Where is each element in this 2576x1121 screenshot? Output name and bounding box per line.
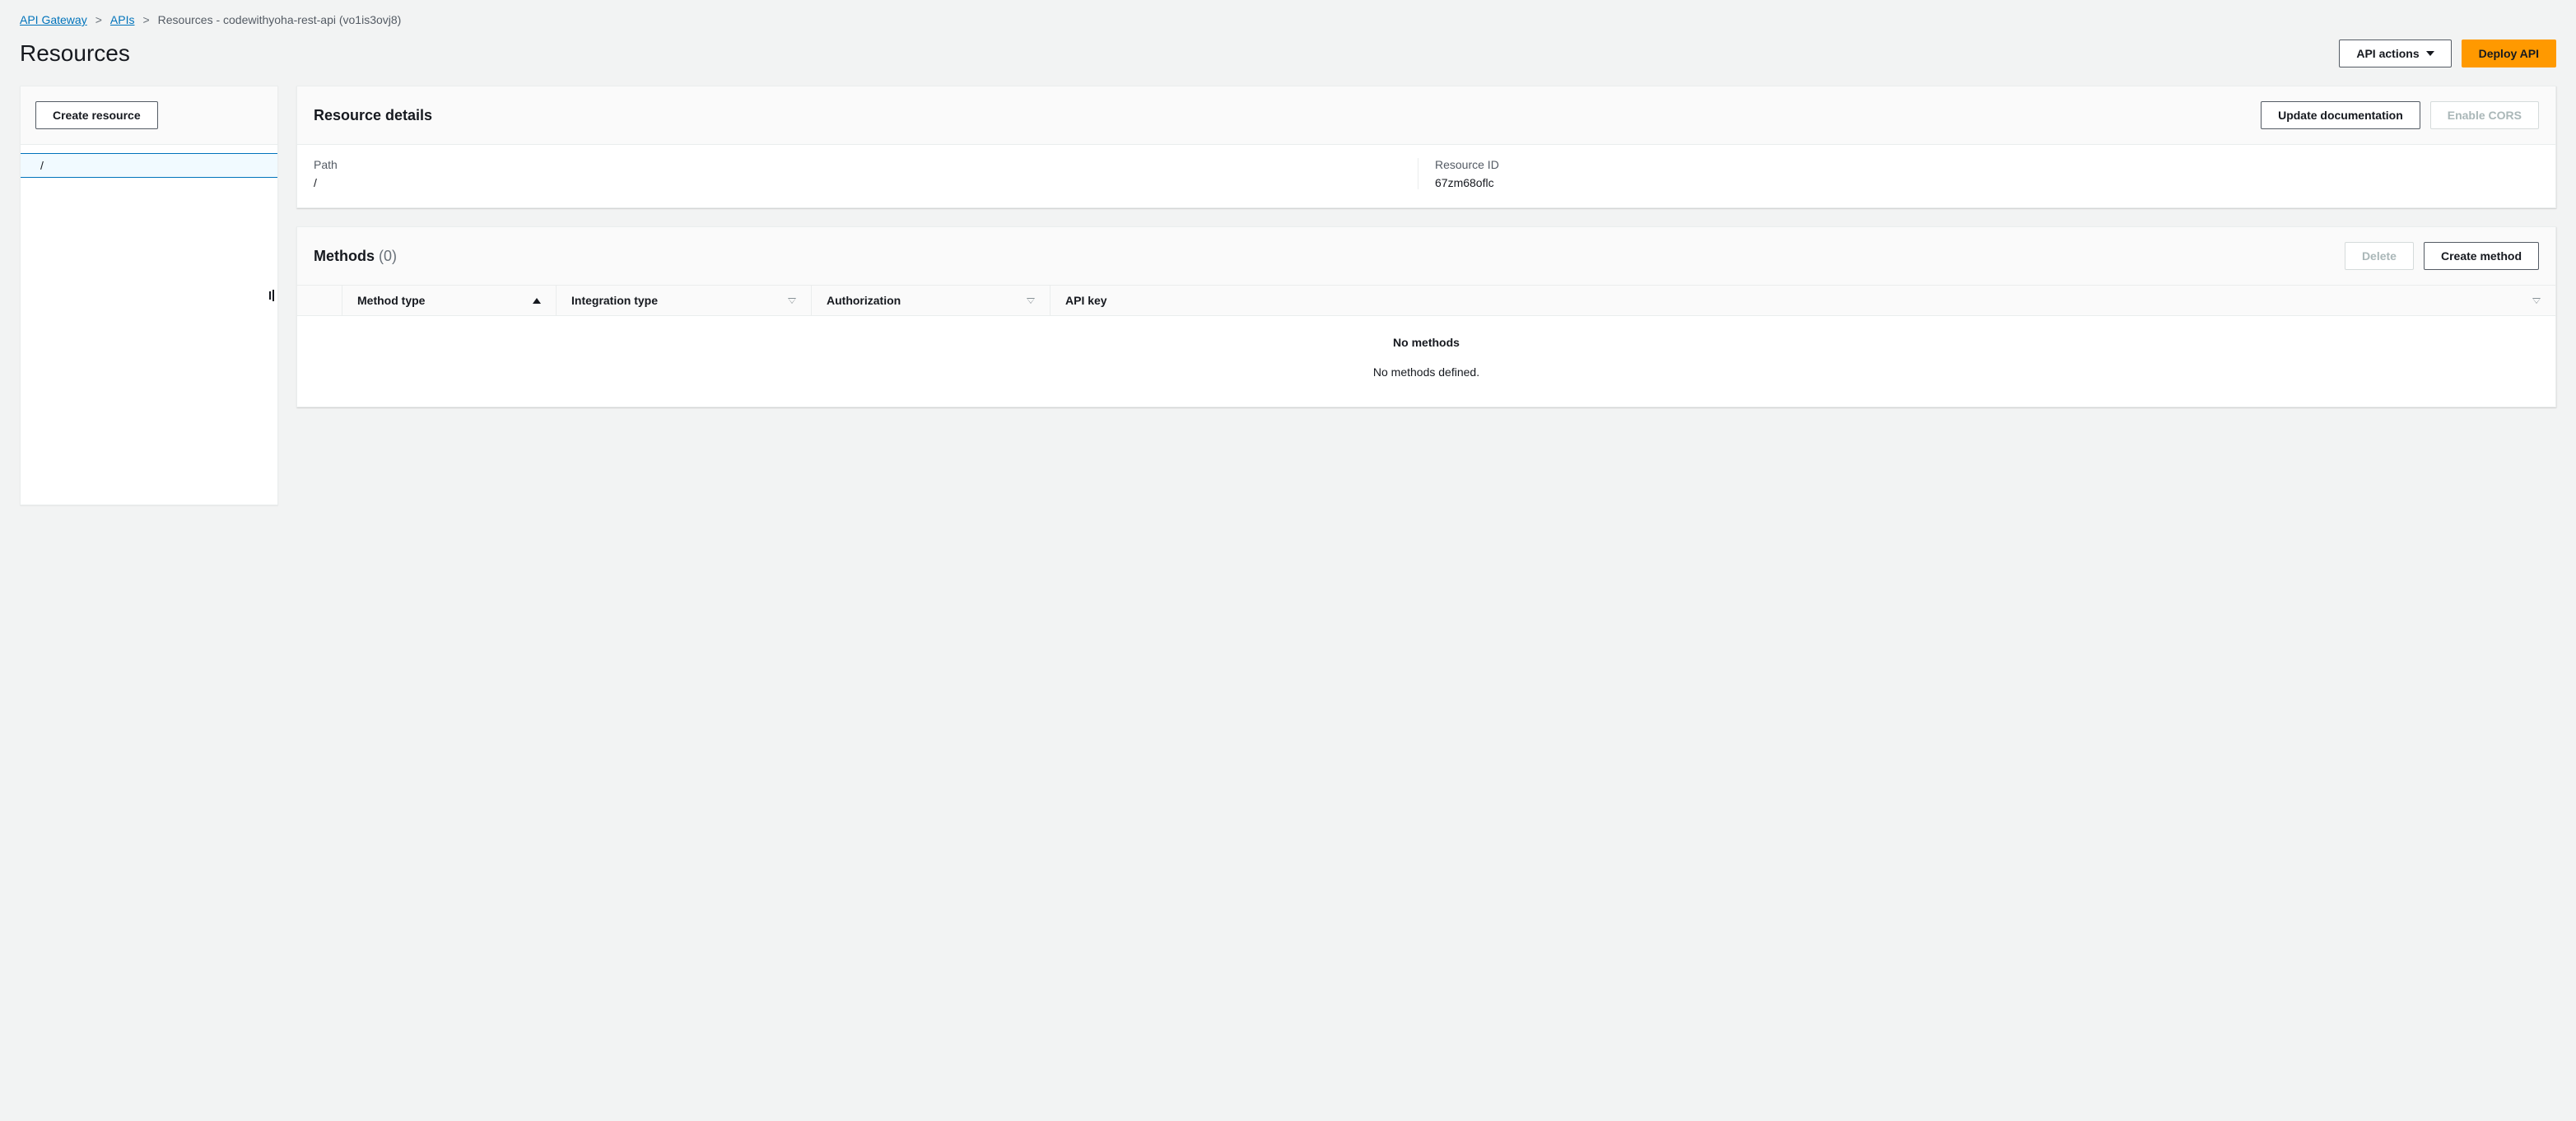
column-authorization-label: Authorization: [827, 294, 901, 307]
splitter-handle[interactable]: [269, 290, 274, 301]
delete-method-button: Delete: [2345, 242, 2414, 270]
update-documentation-button[interactable]: Update documentation: [2261, 101, 2420, 129]
methods-count: (0): [379, 248, 397, 264]
header-actions: API actions Deploy API: [2339, 40, 2556, 67]
methods-table: Method type Integration type Authorizati…: [297, 286, 2555, 407]
detail-path: Path /: [314, 158, 1418, 189]
resource-details-header: Resource details Update documentation En…: [297, 86, 2555, 145]
column-integration-type-label: Integration type: [571, 294, 658, 307]
column-authorization[interactable]: Authorization: [811, 286, 1050, 315]
resource-details-panel: Resource details Update documentation En…: [296, 86, 2556, 208]
content-row: Create resource / Resource details Updat…: [20, 86, 2556, 505]
resource-details-title: Resource details: [314, 107, 432, 124]
create-resource-button[interactable]: Create resource: [35, 101, 158, 129]
page-title: Resources: [20, 40, 130, 67]
resource-id-label: Resource ID: [1435, 158, 2522, 171]
column-integration-type[interactable]: Integration type: [556, 286, 811, 315]
caret-down-icon: [2426, 51, 2434, 56]
column-api-key[interactable]: API key: [1050, 286, 2555, 315]
tree-item-root[interactable]: /: [21, 153, 277, 178]
chevron-right-icon: >: [142, 13, 149, 26]
column-method-type[interactable]: Method type: [342, 286, 556, 315]
methods-title-text: Methods: [314, 248, 375, 264]
enable-cors-button: Enable CORS: [2430, 101, 2539, 129]
sort-asc-icon: [533, 298, 541, 304]
detail-resource-id: Resource ID 67zm68oflc: [1418, 158, 2539, 189]
page-header: Resources API actions Deploy API: [20, 40, 2556, 67]
path-value: /: [314, 176, 1401, 189]
path-label: Path: [314, 158, 1401, 171]
methods-panel: Methods (0) Delete Create method Method …: [296, 226, 2556, 407]
api-actions-button[interactable]: API actions: [2339, 40, 2451, 67]
empty-title: No methods: [297, 336, 2555, 349]
right-column: Resource details Update documentation En…: [296, 86, 2556, 505]
sort-icon: [2532, 298, 2541, 304]
methods-header: Methods (0) Delete Create method: [297, 227, 2555, 286]
methods-empty-state: No methods No methods defined.: [297, 316, 2555, 407]
select-all-column: [297, 292, 342, 309]
resource-tree-panel: Create resource /: [20, 86, 278, 505]
sort-icon: [788, 298, 796, 304]
breadcrumb-apis[interactable]: APIs: [110, 13, 135, 26]
create-method-button[interactable]: Create method: [2424, 242, 2539, 270]
chevron-right-icon: >: [95, 13, 102, 26]
breadcrumb-current: Resources - codewithyoha-rest-api (vo1is…: [158, 13, 402, 26]
column-method-type-label: Method type: [357, 294, 425, 307]
empty-subtitle: No methods defined.: [297, 365, 2555, 379]
sort-icon: [1027, 298, 1035, 304]
column-api-key-label: API key: [1065, 294, 1107, 307]
methods-table-header: Method type Integration type Authorizati…: [297, 286, 2555, 316]
methods-actions: Delete Create method: [2345, 242, 2539, 270]
deploy-api-button[interactable]: Deploy API: [2462, 40, 2556, 67]
tree-toolbar: Create resource: [21, 86, 277, 145]
breadcrumb-api-gateway[interactable]: API Gateway: [20, 13, 87, 26]
methods-title: Methods (0): [314, 248, 397, 265]
resource-details-actions: Update documentation Enable CORS: [2261, 101, 2539, 129]
api-actions-label: API actions: [2356, 47, 2419, 60]
resource-tree-list: /: [21, 145, 277, 505]
breadcrumb: API Gateway > APIs > Resources - codewit…: [20, 10, 2556, 40]
resource-details-body: Path / Resource ID 67zm68oflc: [297, 145, 2555, 207]
resource-id-value: 67zm68oflc: [1435, 176, 2522, 189]
